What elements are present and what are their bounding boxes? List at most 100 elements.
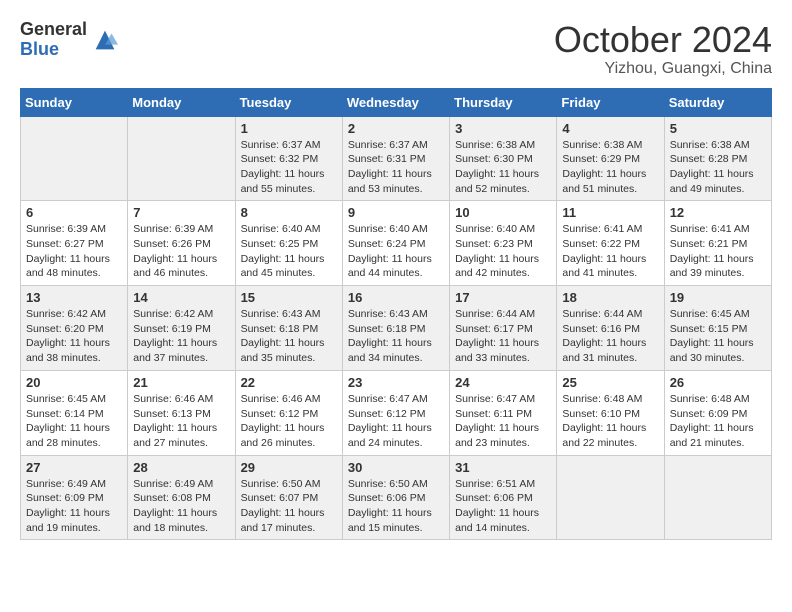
day-number: 14 [133,290,229,305]
day-info: Sunrise: 6:38 AM Sunset: 6:29 PM Dayligh… [562,138,658,197]
calendar-day-cell: 23 Sunrise: 6:47 AM Sunset: 6:12 PM Dayli… [342,370,449,455]
calendar-day-cell: 24Sunrise: 6:47 AM Sunset: 6:11 PM Dayli… [450,370,557,455]
calendar-day-cell: 19 Sunrise: 6:45 AM Sunset: 6:15 PM Dayli… [664,286,771,371]
calendar-day-cell: 3Sunrise: 6:38 AM Sunset: 6:30 PM Daylig… [450,116,557,201]
day-number: 4 [562,121,658,136]
calendar-day-cell: 5 Sunrise: 6:38 AM Sunset: 6:28 PM Daylig… [664,116,771,201]
page-header: General Blue October 2024 Yizhou, Guangx… [20,20,772,78]
calendar-table: SundayMondayTuesdayWednesdayThursdayFrid… [20,88,772,541]
day-info: Sunrise: 6:47 AM Sunset: 6:12 PM Dayligh… [348,392,444,451]
day-info: Sunrise: 6:38 AM Sunset: 6:28 PM Dayligh… [670,138,766,197]
day-info: Sunrise: 6:43 AM Sunset: 6:18 PM Dayligh… [241,307,337,366]
calendar-day-cell: 15 Sunrise: 6:43 AM Sunset: 6:18 PM Dayli… [235,286,342,371]
calendar-day-cell: 21 Sunrise: 6:46 AM Sunset: 6:13 PM Dayli… [128,370,235,455]
day-number: 27 [26,460,122,475]
weekday-header-friday: Friday [557,88,664,116]
weekday-header-wednesday: Wednesday [342,88,449,116]
day-number: 30 [348,460,444,475]
calendar-week-row: 13 Sunrise: 6:42 AM Sunset: 6:20 PM Dayli… [21,286,772,371]
calendar-day-cell: 14 Sunrise: 6:42 AM Sunset: 6:19 PM Dayli… [128,286,235,371]
day-number: 2 [348,121,444,136]
calendar-day-cell: 6 Sunrise: 6:39 AM Sunset: 6:27 PM Daylig… [21,201,128,286]
day-info: Sunrise: 6:50 AM Sunset: 6:06 PM Dayligh… [348,477,444,536]
weekday-header-thursday: Thursday [450,88,557,116]
day-info: Sunrise: 6:49 AM Sunset: 6:08 PM Dayligh… [133,477,229,536]
day-info: Sunrise: 6:50 AM Sunset: 6:07 PM Dayligh… [241,477,337,536]
calendar-day-cell: 4 Sunrise: 6:38 AM Sunset: 6:29 PM Daylig… [557,116,664,201]
day-info: Sunrise: 6:48 AM Sunset: 6:09 PM Dayligh… [670,392,766,451]
calendar-day-cell: 9 Sunrise: 6:40 AM Sunset: 6:24 PM Daylig… [342,201,449,286]
calendar-week-row: 27Sunrise: 6:49 AM Sunset: 6:09 PM Dayli… [21,455,772,540]
day-number: 6 [26,205,122,220]
day-number: 13 [26,290,122,305]
day-info: Sunrise: 6:46 AM Sunset: 6:13 PM Dayligh… [133,392,229,451]
calendar-day-cell [664,455,771,540]
logo-icon [91,26,119,54]
day-info: Sunrise: 6:42 AM Sunset: 6:19 PM Dayligh… [133,307,229,366]
calendar-day-cell: 25Sunrise: 6:48 AM Sunset: 6:10 PM Dayli… [557,370,664,455]
day-number: 12 [670,205,766,220]
day-info: Sunrise: 6:37 AM Sunset: 6:31 PM Dayligh… [348,138,444,197]
weekday-header-monday: Monday [128,88,235,116]
day-number: 29 [241,460,337,475]
day-number: 16 [348,290,444,305]
calendar-day-cell [128,116,235,201]
day-number: 8 [241,205,337,220]
day-number: 26 [670,375,766,390]
day-number: 19 [670,290,766,305]
day-number: 31 [455,460,551,475]
day-number: 21 [133,375,229,390]
day-number: 9 [348,205,444,220]
calendar-week-row: 20 Sunrise: 6:45 AM Sunset: 6:14 PM Dayli… [21,370,772,455]
day-number: 18 [562,290,658,305]
calendar-day-cell: 28 Sunrise: 6:49 AM Sunset: 6:08 PM Dayli… [128,455,235,540]
calendar-day-cell: 7Sunrise: 6:39 AM Sunset: 6:26 PM Daylig… [128,201,235,286]
day-info: Sunrise: 6:42 AM Sunset: 6:20 PM Dayligh… [26,307,122,366]
day-info: Sunrise: 6:43 AM Sunset: 6:18 PM Dayligh… [348,307,444,366]
day-number: 15 [241,290,337,305]
title-section: October 2024 Yizhou, Guangxi, China [554,20,772,78]
day-number: 23 [348,375,444,390]
day-info: Sunrise: 6:41 AM Sunset: 6:22 PM Dayligh… [562,222,658,281]
day-info: Sunrise: 6:44 AM Sunset: 6:16 PM Dayligh… [562,307,658,366]
day-number: 10 [455,205,551,220]
calendar-week-row: 6 Sunrise: 6:39 AM Sunset: 6:27 PM Daylig… [21,201,772,286]
calendar-day-cell: 20 Sunrise: 6:45 AM Sunset: 6:14 PM Dayli… [21,370,128,455]
day-info: Sunrise: 6:37 AM Sunset: 6:32 PM Dayligh… [241,138,337,197]
calendar-day-cell: 26 Sunrise: 6:48 AM Sunset: 6:09 PM Dayli… [664,370,771,455]
calendar-day-cell: 12 Sunrise: 6:41 AM Sunset: 6:21 PM Dayli… [664,201,771,286]
logo: General Blue [20,20,119,60]
weekday-header-saturday: Saturday [664,88,771,116]
calendar-day-cell: 30 Sunrise: 6:50 AM Sunset: 6:06 PM Dayli… [342,455,449,540]
day-number: 17 [455,290,551,305]
day-number: 7 [133,205,229,220]
calendar-day-cell: 18 Sunrise: 6:44 AM Sunset: 6:16 PM Dayli… [557,286,664,371]
day-info: Sunrise: 6:38 AM Sunset: 6:30 PM Dayligh… [455,138,551,197]
day-info: Sunrise: 6:40 AM Sunset: 6:24 PM Dayligh… [348,222,444,281]
day-info: Sunrise: 6:41 AM Sunset: 6:21 PM Dayligh… [670,222,766,281]
calendar-day-cell: 11Sunrise: 6:41 AM Sunset: 6:22 PM Dayli… [557,201,664,286]
day-info: Sunrise: 6:45 AM Sunset: 6:14 PM Dayligh… [26,392,122,451]
day-number: 5 [670,121,766,136]
day-number: 24 [455,375,551,390]
day-number: 28 [133,460,229,475]
calendar-day-cell [21,116,128,201]
calendar-day-cell [557,455,664,540]
calendar-week-row: 1 Sunrise: 6:37 AM Sunset: 6:32 PM Daylig… [21,116,772,201]
calendar-day-cell: 31 Sunrise: 6:51 AM Sunset: 6:06 PM Dayli… [450,455,557,540]
calendar-day-cell: 27Sunrise: 6:49 AM Sunset: 6:09 PM Dayli… [21,455,128,540]
calendar-day-cell: 10 Sunrise: 6:40 AM Sunset: 6:23 PM Dayli… [450,201,557,286]
month-title: October 2024 [554,20,772,60]
day-info: Sunrise: 6:44 AM Sunset: 6:17 PM Dayligh… [455,307,551,366]
calendar-day-cell: 8 Sunrise: 6:40 AM Sunset: 6:25 PM Daylig… [235,201,342,286]
day-info: Sunrise: 6:39 AM Sunset: 6:27 PM Dayligh… [26,222,122,281]
location-subtitle: Yizhou, Guangxi, China [554,60,772,78]
day-info: Sunrise: 6:45 AM Sunset: 6:15 PM Dayligh… [670,307,766,366]
day-info: Sunrise: 6:40 AM Sunset: 6:23 PM Dayligh… [455,222,551,281]
day-info: Sunrise: 6:51 AM Sunset: 6:06 PM Dayligh… [455,477,551,536]
calendar-day-cell: 17 Sunrise: 6:44 AM Sunset: 6:17 PM Dayli… [450,286,557,371]
day-number: 1 [241,121,337,136]
calendar-day-cell: 1 Sunrise: 6:37 AM Sunset: 6:32 PM Daylig… [235,116,342,201]
day-number: 20 [26,375,122,390]
day-info: Sunrise: 6:40 AM Sunset: 6:25 PM Dayligh… [241,222,337,281]
